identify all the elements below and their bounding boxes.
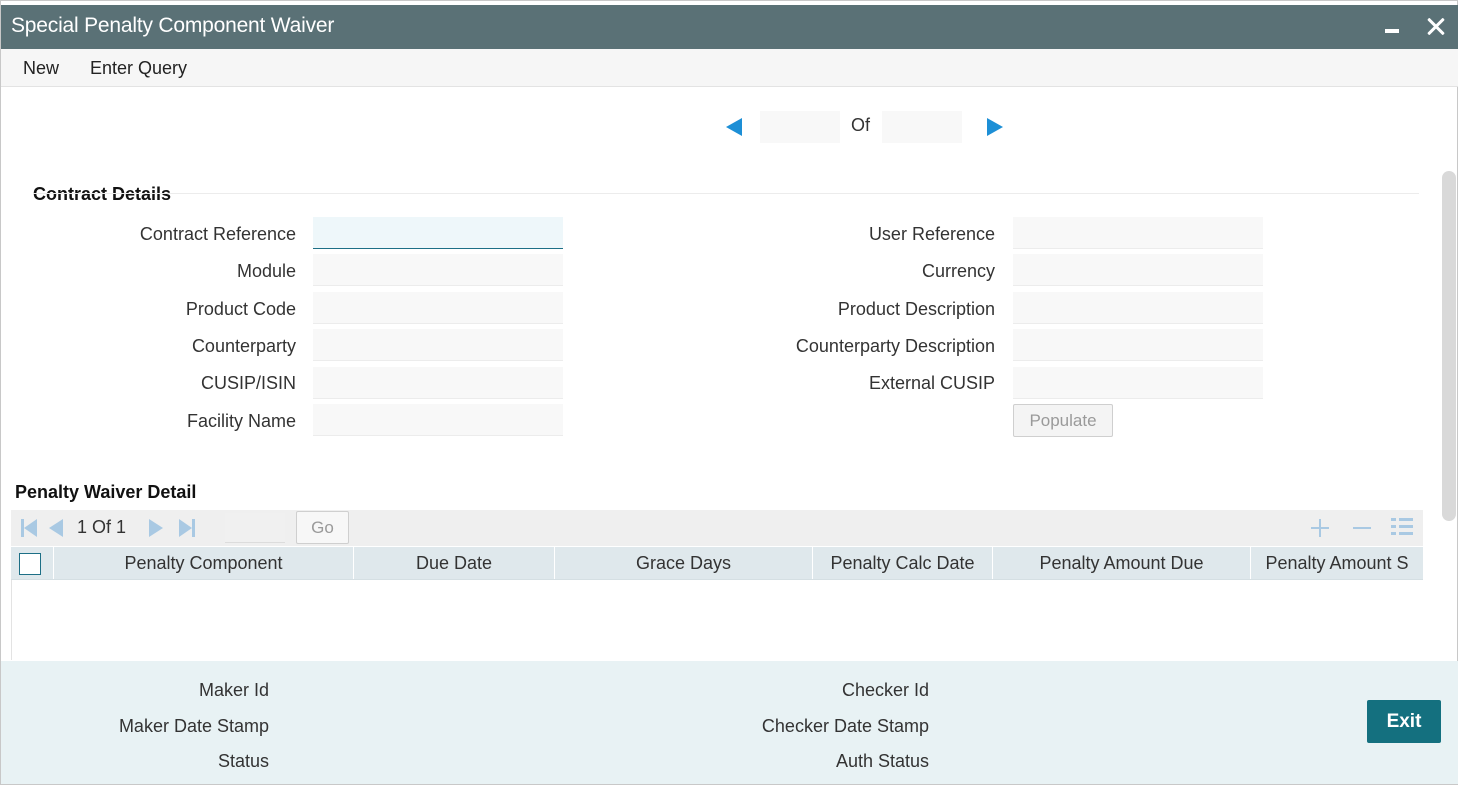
last-page-icon[interactable] — [179, 519, 195, 537]
column-due-date[interactable]: Due Date — [353, 547, 554, 579]
minimize-icon[interactable] — [1377, 11, 1407, 41]
counterparty-input[interactable] — [313, 329, 563, 361]
menu-bar: New Enter Query — [1, 49, 1458, 87]
page-info: 1 Of 1 — [77, 517, 127, 537]
section-divider — [33, 193, 1419, 194]
next-record-icon[interactable] — [987, 118, 1003, 136]
product-description-label: Product Description — [837, 299, 995, 319]
exit-button[interactable]: Exit — [1367, 700, 1441, 743]
page-number-input[interactable] — [225, 513, 285, 543]
module-input[interactable] — [313, 254, 563, 286]
currency-input[interactable] — [1013, 254, 1263, 286]
first-page-icon[interactable] — [21, 519, 37, 537]
user-reference-input[interactable] — [1013, 217, 1263, 249]
column-penalty-amount-s[interactable]: Penalty Amount S — [1250, 547, 1423, 579]
contract-details-title: Contract Details — [33, 184, 172, 204]
counterparty-description-input[interactable] — [1013, 329, 1263, 361]
contract-reference-input[interactable] — [313, 217, 563, 249]
cusip-isin-label: CUSIP/ISIN — [200, 373, 296, 393]
counterparty-label: Counterparty — [191, 336, 296, 356]
title-bar: Special Penalty Component Waiver — [1, 5, 1458, 49]
status-label: Status — [217, 751, 269, 771]
add-row-icon[interactable] — [1311, 518, 1329, 537]
enter-query-menu-item[interactable]: Enter Query — [90, 58, 187, 79]
next-page-icon[interactable] — [149, 519, 163, 537]
counterparty-description-label: Counterparty Description — [795, 336, 995, 356]
column-penalty-calc-date[interactable]: Penalty Calc Date — [812, 547, 992, 579]
of-label: Of — [851, 115, 871, 135]
previous-record-icon[interactable] — [726, 118, 742, 136]
single-view-icon[interactable] — [1391, 517, 1413, 537]
product-description-input[interactable] — [1013, 292, 1263, 324]
current-record-input[interactable] — [760, 111, 840, 143]
audit-footer: Maker Id Maker Date Stamp Status Checker… — [1, 661, 1458, 784]
window-title: Special Penalty Component Waiver — [11, 14, 335, 37]
checker-id-label: Checker Id — [841, 680, 929, 700]
external-cusip-label: External CUSIP — [868, 373, 995, 393]
maker-date-stamp-label: Maker Date Stamp — [118, 716, 269, 736]
select-all-checkbox[interactable] — [19, 553, 41, 575]
close-icon[interactable] — [1421, 11, 1451, 41]
column-penalty-component[interactable]: Penalty Component — [53, 547, 353, 579]
grid-toolbar: 1 Of 1 Go — [11, 510, 1423, 546]
grid-body — [11, 580, 1423, 660]
penalty-waiver-detail-title: Penalty Waiver Detail — [15, 482, 197, 502]
product-code-input[interactable] — [313, 292, 563, 324]
vertical-scrollbar[interactable] — [1442, 171, 1456, 521]
currency-label: Currency — [921, 261, 995, 281]
total-records-input[interactable] — [882, 111, 962, 143]
go-button[interactable]: Go — [296, 511, 349, 544]
external-cusip-input[interactable] — [1013, 367, 1263, 399]
checker-date-stamp-label: Checker Date Stamp — [761, 716, 929, 736]
module-label: Module — [236, 261, 296, 281]
new-menu-item[interactable]: New — [23, 58, 59, 79]
facility-name-label: Facility Name — [186, 411, 296, 431]
populate-button[interactable]: Populate — [1013, 404, 1113, 437]
contract-reference-label: Contract Reference — [139, 224, 296, 244]
maker-id-label: Maker Id — [198, 680, 269, 700]
auth-status-label: Auth Status — [835, 751, 929, 771]
cusip-isin-input[interactable] — [313, 367, 563, 399]
facility-name-input[interactable] — [313, 404, 563, 436]
delete-row-icon[interactable] — [1353, 518, 1371, 536]
special-penalty-waiver-window: Special Penalty Component Waiver New Ent… — [0, 0, 1458, 785]
user-reference-label: User Reference — [868, 224, 995, 244]
column-grace-days[interactable]: Grace Days — [554, 547, 812, 579]
grid-header: Penalty Component Due Date Grace Days Pe… — [11, 547, 1423, 580]
column-penalty-amount-due[interactable]: Penalty Amount Due — [992, 547, 1250, 579]
product-code-label: Product Code — [185, 299, 296, 319]
previous-page-icon[interactable] — [49, 519, 63, 537]
